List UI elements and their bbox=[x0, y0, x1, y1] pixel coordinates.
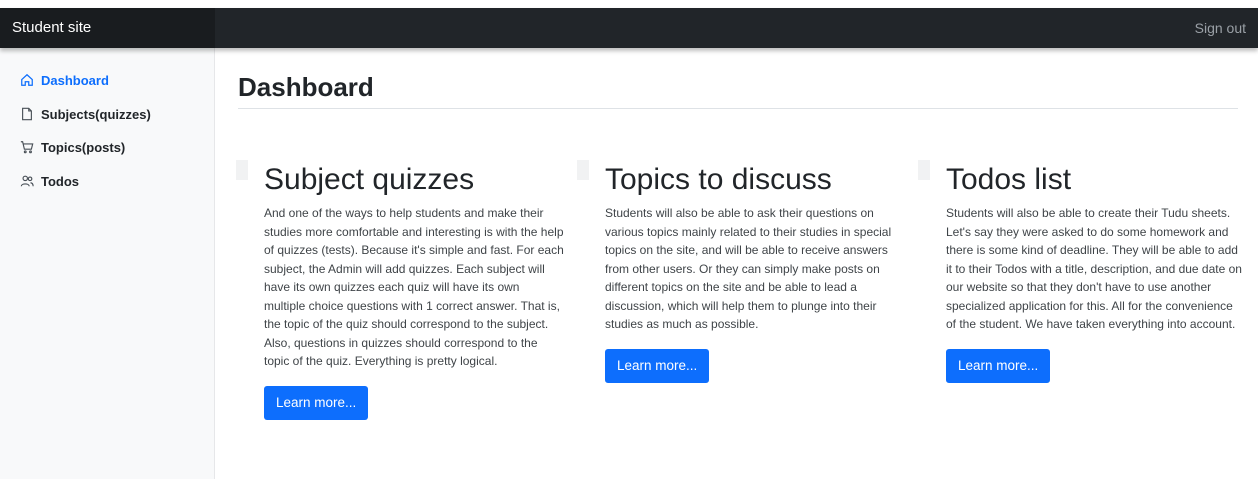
feature-text: Students will also be able to create the… bbox=[946, 206, 1242, 331]
feature-icon-placeholder bbox=[236, 160, 248, 180]
sidebar-item-label: Topics(posts) bbox=[41, 139, 126, 155]
learn-more-button[interactable]: Learn more... bbox=[264, 385, 369, 420]
sign-out-link[interactable]: Sign out bbox=[1195, 8, 1246, 48]
title-divider bbox=[238, 108, 1238, 109]
feature-icon-placeholder bbox=[918, 160, 930, 180]
feature-title: Subject quizzes bbox=[264, 163, 475, 196]
people-icon bbox=[20, 175, 34, 187]
learn-more-button[interactable]: Learn more... bbox=[946, 348, 1051, 383]
sidebar-item-label: Subjects(quizzes) bbox=[41, 106, 151, 122]
feature-title: Topics to discuss bbox=[605, 163, 832, 196]
feature-text: Students will also be able to ask their … bbox=[605, 206, 892, 331]
feature-subject-quizzes: Subject quizzes And one of the ways to h… bbox=[236, 160, 564, 420]
sidebar-item-label: Todos bbox=[41, 173, 80, 189]
sidebar-item-todos[interactable]: Todos bbox=[20, 171, 79, 191]
learn-more-button[interactable]: Learn more... bbox=[605, 348, 710, 383]
sidebar-item-dashboard[interactable]: Dashboard bbox=[20, 70, 109, 90]
sidebar: Dashboard Subjects(quizzes) Topics(posts… bbox=[0, 48, 215, 479]
feature-text: And one of the ways to help students and… bbox=[264, 206, 564, 368]
feature-todos-list: Todos list Students will also be able to… bbox=[918, 160, 1246, 383]
feature-topics-to-discuss: Topics to discuss Students will also be … bbox=[577, 160, 905, 383]
page-title: Dashboard bbox=[238, 72, 374, 102]
feature-title: Todos list bbox=[946, 163, 1072, 196]
feature-icon-placeholder bbox=[577, 160, 589, 180]
brand-link[interactable]: Student site bbox=[0, 8, 215, 48]
sidebar-item-subjects[interactable]: Subjects(quizzes) bbox=[20, 104, 151, 124]
sidebar-item-topics[interactable]: Topics(posts) bbox=[20, 137, 125, 157]
home-icon bbox=[21, 73, 33, 86]
top-navbar: Student site Sign out bbox=[0, 8, 1258, 48]
sidebar-item-label: Dashboard bbox=[41, 72, 109, 88]
cart-icon bbox=[20, 141, 34, 154]
file-icon bbox=[22, 107, 32, 121]
